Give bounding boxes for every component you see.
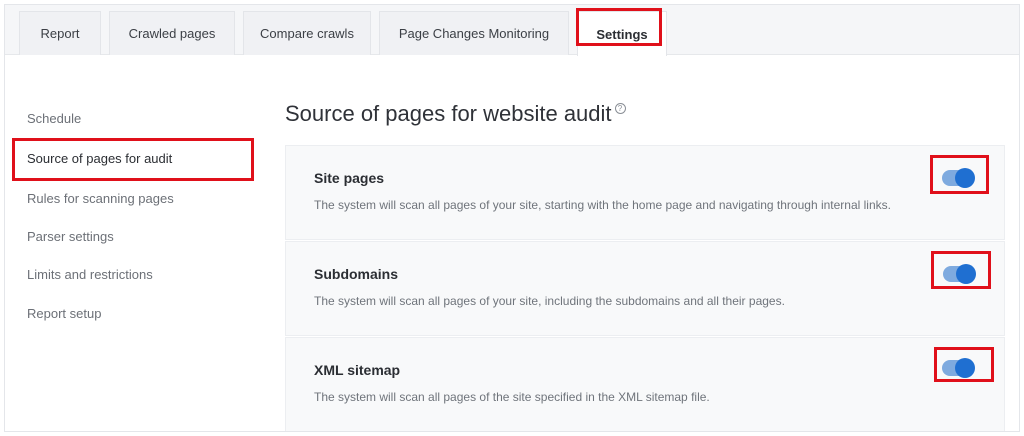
source-description: The system will scan all pages of your s…	[314, 294, 785, 308]
tab-settings[interactable]: Settings	[577, 11, 667, 56]
tab-report[interactable]: Report	[19, 11, 101, 55]
tab-page-changes-monitoring[interactable]: Page Changes Monitoring	[379, 11, 569, 55]
tab-compare-crawls[interactable]: Compare crawls	[243, 11, 371, 55]
source-description: The system will scan all pages of your s…	[314, 198, 891, 212]
sidebar-item-report-setup[interactable]: Report setup	[27, 306, 101, 321]
tab-label: Page Changes Monitoring	[398, 26, 550, 41]
help-icon[interactable]: ?	[614, 103, 626, 114]
source-card-subdomains: Subdomains The system will scan all page…	[285, 241, 1005, 336]
xml-sitemap-toggle[interactable]	[942, 358, 975, 378]
tab-label: Crawled pages	[128, 26, 216, 41]
source-card-site-pages: Site pages The system will scan all page…	[285, 145, 1005, 240]
tab-label: Settings	[596, 26, 648, 42]
sidebar-item-schedule[interactable]: Schedule	[27, 111, 81, 126]
toggle-knob	[955, 168, 975, 188]
sidebar-item-parser-settings[interactable]: Parser settings	[27, 229, 114, 244]
page-title-text: Source of pages for website audit	[285, 101, 612, 126]
sidebar-item-rules-for-scanning[interactable]: Rules for scanning pages	[27, 191, 174, 206]
source-description: The system will scan all pages of the si…	[314, 390, 710, 404]
tab-bar: Report Crawled pages Compare crawls Page…	[5, 5, 1019, 56]
sidebar-item-limits[interactable]: Limits and restrictions	[27, 267, 153, 282]
source-title: Site pages	[314, 170, 385, 186]
tab-label: Compare crawls	[260, 26, 354, 41]
subdomains-toggle[interactable]	[943, 264, 976, 284]
source-card-xml-sitemap: XML sitemap The system will scan all pag…	[285, 337, 1005, 431]
site-pages-toggle[interactable]	[942, 168, 975, 188]
toggle-knob	[956, 264, 976, 284]
page-title: Source of pages for website audit?	[285, 101, 626, 127]
sidebar-item-source-of-pages[interactable]: Source of pages for audit	[27, 151, 172, 166]
tab-label: Report	[40, 26, 80, 41]
source-title: XML sitemap	[314, 362, 401, 378]
toggle-knob	[955, 358, 975, 378]
tab-crawled-pages[interactable]: Crawled pages	[109, 11, 235, 55]
source-title: Subdomains	[314, 266, 399, 282]
app-frame: Report Crawled pages Compare crawls Page…	[4, 4, 1020, 432]
